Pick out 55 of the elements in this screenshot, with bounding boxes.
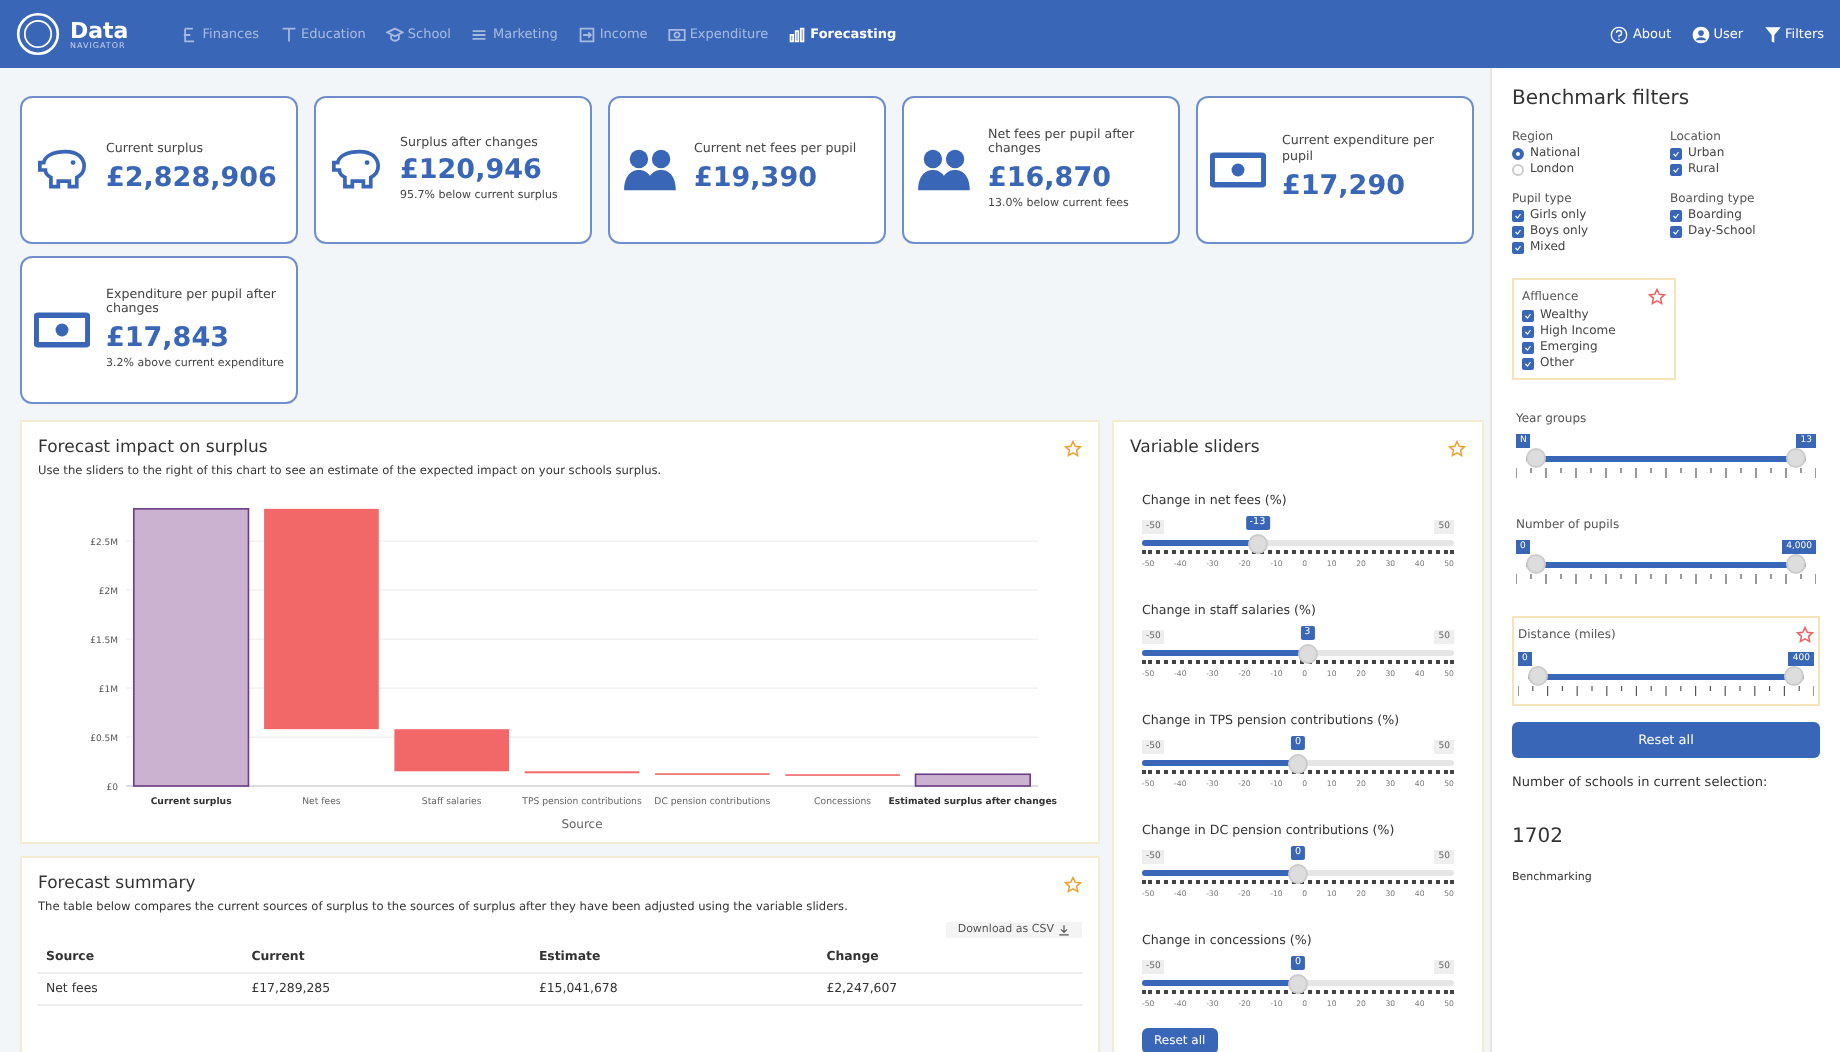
star-icon[interactable] bbox=[1448, 439, 1466, 457]
card-value: £17,843 bbox=[106, 322, 231, 355]
star-icon[interactable] bbox=[1064, 875, 1082, 893]
card-value: £16,870 bbox=[988, 162, 1113, 195]
checkbox[interactable] bbox=[1512, 225, 1524, 237]
range-slider[interactable] bbox=[1528, 666, 1804, 686]
checkbox[interactable] bbox=[1522, 325, 1534, 337]
checkbox[interactable] bbox=[1522, 341, 1534, 353]
star-icon[interactable] bbox=[1796, 626, 1814, 644]
logo-icon bbox=[16, 12, 60, 56]
download-icon bbox=[1058, 924, 1070, 936]
checkbox[interactable] bbox=[1670, 225, 1682, 237]
checkbox[interactable] bbox=[1512, 241, 1524, 253]
card-value: £120,946 bbox=[400, 154, 544, 187]
card-value: £17,290 bbox=[1282, 169, 1407, 202]
card-value: £2,828,906 bbox=[106, 161, 277, 194]
panel-title: Benchmark filters bbox=[1512, 88, 1692, 110]
panel-title: Forecast impact on surplus bbox=[38, 438, 268, 458]
banknote-icon bbox=[34, 306, 90, 354]
nav-icon bbox=[385, 25, 404, 43]
brand-name: Data bbox=[70, 19, 129, 41]
people-icon bbox=[916, 146, 972, 194]
panel-title: Forecast summary bbox=[38, 874, 196, 894]
piggy-bank-icon bbox=[328, 146, 384, 194]
filter-icon bbox=[1763, 25, 1782, 43]
people-icon bbox=[622, 146, 678, 194]
checkbox[interactable] bbox=[1522, 357, 1534, 369]
star-icon[interactable] bbox=[1648, 288, 1666, 306]
piggy-bank-icon bbox=[34, 146, 90, 194]
star-icon[interactable] bbox=[1064, 439, 1082, 457]
slider-handle[interactable] bbox=[1297, 643, 1318, 663]
slider-handle[interactable] bbox=[1247, 533, 1268, 553]
checkbox[interactable] bbox=[1512, 209, 1524, 221]
help-icon bbox=[1610, 25, 1629, 43]
nav-icon bbox=[577, 25, 596, 43]
range-slider[interactable] bbox=[1526, 448, 1806, 468]
selection-count: 1702 bbox=[1512, 826, 1565, 848]
nav-icon bbox=[788, 25, 807, 43]
slider-handle[interactable] bbox=[1288, 753, 1308, 773]
user-icon bbox=[1691, 25, 1710, 43]
radio-button[interactable] bbox=[1512, 147, 1524, 159]
slider-handle[interactable] bbox=[1288, 973, 1308, 993]
card-value: £19,390 bbox=[694, 161, 819, 194]
checkbox[interactable] bbox=[1522, 309, 1534, 321]
checkbox[interactable] bbox=[1670, 163, 1682, 175]
banknote-icon bbox=[1210, 146, 1266, 194]
panel-title: Variable sliders bbox=[1130, 438, 1260, 458]
nav-icon bbox=[180, 25, 199, 43]
nav-icon bbox=[279, 25, 298, 43]
slider-handle[interactable] bbox=[1288, 863, 1308, 883]
checkbox[interactable] bbox=[1670, 209, 1682, 221]
range-slider[interactable] bbox=[1526, 554, 1806, 574]
checkbox[interactable] bbox=[1670, 147, 1682, 159]
nav-icon bbox=[470, 25, 489, 43]
nav-icon bbox=[667, 25, 686, 43]
